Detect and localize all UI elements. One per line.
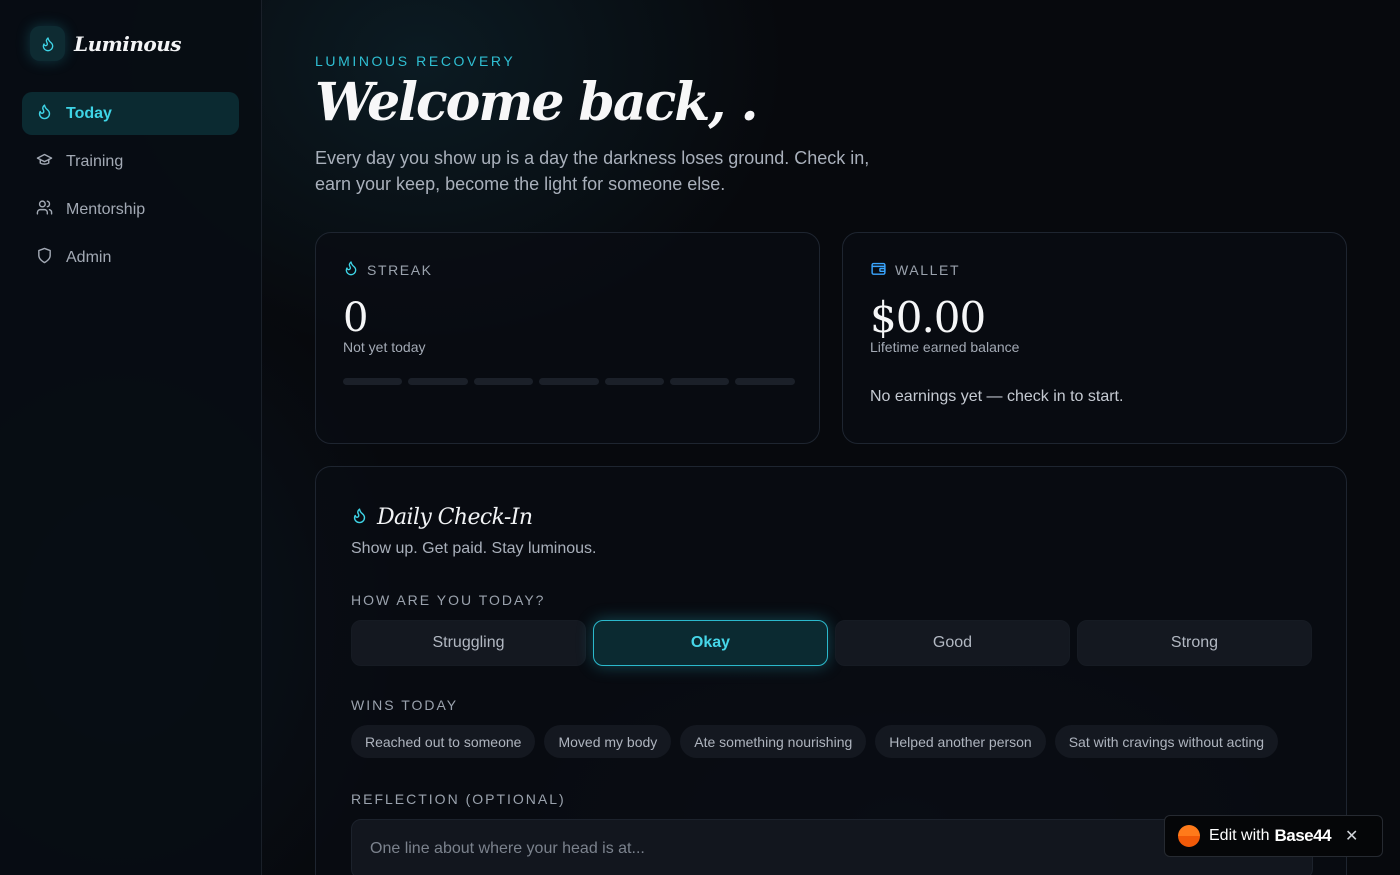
badge-prefix: Edit with	[1209, 827, 1270, 844]
wins-label: WINS TODAY	[351, 697, 459, 713]
mood-label: HOW ARE YOU TODAY?	[351, 592, 546, 608]
page-title: Welcome back, .	[315, 72, 759, 133]
sidebar-item-mentorship[interactable]: Mentorship	[22, 188, 239, 231]
sidebar-item-admin[interactable]: Admin	[22, 236, 239, 279]
close-icon[interactable]: ✕	[1345, 826, 1358, 846]
sidebar-item-today[interactable]: Today	[22, 92, 239, 135]
base44-logo-icon	[1178, 825, 1200, 847]
streak-subtitle: Not yet today	[343, 339, 426, 355]
streak-label: STREAK	[343, 260, 433, 279]
streak-card: STREAK 0 Not yet today	[315, 232, 820, 444]
streak-day-bar	[473, 378, 534, 385]
streak-day-bar	[343, 378, 403, 385]
sidebar-item-label: Admin	[66, 248, 112, 266]
checkin-subtitle: Show up. Get paid. Stay luminous.	[351, 540, 597, 557]
checkin-title-text: Daily Check-In	[377, 505, 533, 530]
flame-logo-icon	[30, 26, 65, 61]
checkin-title: Daily Check-In	[351, 505, 533, 530]
mood-option-struggling[interactable]: Struggling	[351, 620, 586, 666]
wallet-note: No earnings yet — check in to start.	[870, 388, 1124, 405]
streak-day-bar	[669, 378, 730, 385]
streak-value: 0	[343, 295, 369, 341]
wallet-label: WALLET	[870, 260, 960, 280]
streak-label-text: STREAK	[367, 261, 433, 278]
page-intro: Every day you show up is a day the darkn…	[315, 148, 870, 194]
daily-checkin-card: Daily Check-In Show up. Get paid. Stay l…	[315, 466, 1347, 875]
sidebar-nav: Today Training Mentorship Admin	[22, 92, 239, 284]
win-chip[interactable]: Helped another person	[875, 725, 1046, 758]
sidebar-item-training[interactable]: Training	[22, 140, 239, 183]
mood-option-okay[interactable]: Okay	[593, 620, 828, 666]
win-chip[interactable]: Moved my body	[544, 725, 672, 758]
wallet-subtitle: Lifetime earned balance	[870, 339, 1020, 355]
flame-icon	[351, 507, 368, 529]
shield-icon	[36, 247, 53, 269]
edit-with-base44-badge[interactable]: Edit with Base44 ✕	[1164, 815, 1383, 857]
wallet-card: WALLET $0.00 Lifetime earned balance No …	[842, 232, 1347, 444]
wallet-label-text: WALLET	[895, 262, 961, 278]
reflection-label: REFLECTION (OPTIONAL)	[351, 791, 566, 807]
flame-icon	[343, 260, 359, 279]
wallet-icon	[870, 260, 887, 280]
win-chip[interactable]: Ate something nourishing	[680, 725, 867, 758]
mood-option-strong[interactable]: Strong	[1077, 620, 1312, 666]
brand[interactable]: Luminous	[30, 26, 182, 61]
users-icon	[36, 199, 53, 221]
page-eyebrow: LUMINOUS RECOVERY	[315, 53, 516, 69]
win-chip[interactable]: Reached out to someone	[351, 725, 536, 758]
sidebar-item-label: Today	[66, 104, 112, 122]
streak-day-bar	[735, 378, 795, 385]
streak-day-bar	[539, 378, 599, 385]
wins-chips: Reached out to someone Moved my body Ate…	[351, 725, 1279, 758]
wallet-value: $0.00	[870, 293, 986, 342]
flame-icon	[36, 103, 53, 125]
streak-progress	[343, 378, 795, 385]
streak-day-bar	[604, 378, 664, 385]
win-chip[interactable]: Sat with cravings without acting	[1054, 725, 1279, 758]
sidebar: Luminous Today Training Mentorship Admin	[0, 0, 262, 875]
badge-brand: Base44	[1274, 826, 1332, 845]
brand-name: Luminous	[74, 31, 182, 56]
sidebar-item-label: Mentorship	[66, 200, 146, 218]
graduation-cap-icon	[36, 151, 53, 173]
streak-day-bar	[408, 378, 468, 385]
mood-selector: Struggling Okay Good Strong	[351, 620, 1312, 666]
sidebar-item-label: Training	[66, 152, 124, 170]
mood-option-good[interactable]: Good	[835, 620, 1070, 666]
